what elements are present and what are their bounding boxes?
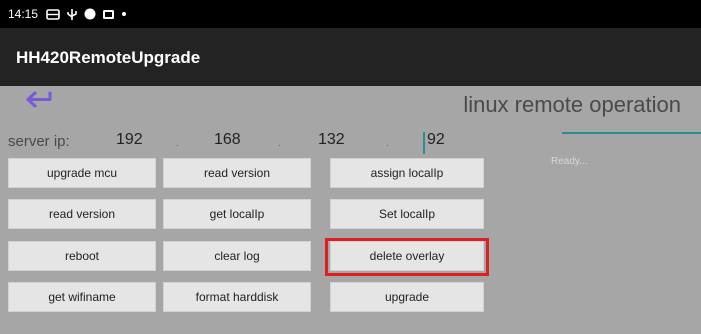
upgrade-mcu-button[interactable]: upgrade mcu [8,158,156,188]
format-harddisk-button[interactable]: format harddisk [163,282,311,312]
status-time: 14:15 [8,7,39,21]
sim-card-icon [46,8,60,20]
ip-separator: . [176,138,179,149]
app-bar: HH420RemoteUpgrade [0,28,701,86]
set-localip-button[interactable]: Set localIp [330,199,484,229]
operation-title: linux remote operation [463,92,681,117]
clear-log-button[interactable]: clear log [163,241,311,271]
get-localip-button[interactable]: get localIp [163,199,311,229]
reboot-button[interactable]: reboot [8,241,156,271]
ip-separator: . [386,138,389,149]
ip-octet-3-input[interactable]: 132 [318,131,345,149]
read-version-button[interactable]: read version [163,158,311,188]
delete-overlay-button[interactable]: delete overlay [330,241,484,271]
status-text: Ready... [551,156,588,167]
app-title: HH420RemoteUpgrade [16,48,201,67]
usb-icon [67,8,77,20]
assign-localip-button[interactable]: assign localIp [330,158,484,188]
dot-icon [122,12,127,16]
ip-octet-2-input[interactable]: 168 [214,131,241,149]
text-cursor [423,132,425,154]
screen-icon [103,9,115,19]
upgrade-button[interactable]: upgrade [330,282,484,312]
ip-octet-1-input[interactable]: 192 [116,131,143,149]
read-version-button-2[interactable]: read version [8,199,156,229]
status-bar: 14:15 [0,0,701,28]
ip-separator: . [278,138,281,149]
ip-octet-4-input[interactable]: 92 [427,131,445,149]
get-wifiname-button[interactable]: get wifiname [8,282,156,312]
back-arrow-icon[interactable] [24,90,56,112]
server-ip-label: server ip: [8,133,70,150]
status-icons [46,8,127,21]
progress-line [562,132,701,134]
circle-indicator-icon [84,8,96,20]
main-content: linux remote operation server ip: 192 . … [0,86,701,334]
